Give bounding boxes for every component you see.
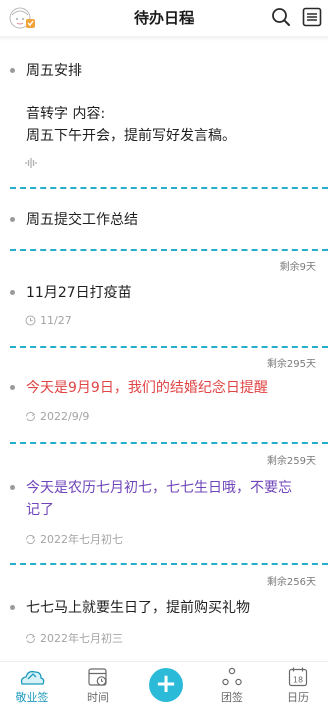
calendar-icon: 18 — [288, 667, 308, 687]
tab-calendar[interactable]: 18 日历 — [270, 666, 326, 705]
todo-meta: 2022年七月初三 — [25, 630, 123, 646]
todo-title[interactable]: 11月27日打疫苗 — [26, 282, 132, 304]
clock-icon — [25, 315, 36, 326]
todo-date: 2022/9/9 — [40, 410, 90, 423]
todo-date: 2022年七月初七 — [40, 533, 123, 546]
bullet-dot — [10, 290, 15, 295]
bullet-dot — [10, 217, 15, 222]
cloud-note-icon — [20, 670, 45, 685]
bullet-dot — [10, 385, 15, 390]
todo-title[interactable]: 周五安排 — [26, 60, 82, 82]
remaining-days: 剩余9天 — [279, 262, 316, 273]
remaining-days: 剩余256天 — [266, 577, 316, 588]
add-button[interactable]: + — [149, 668, 183, 702]
menu-icon[interactable] — [301, 6, 323, 28]
todo-title[interactable]: 周五提交工作总结 — [26, 209, 138, 231]
tab-time[interactable]: 时间 — [70, 666, 126, 705]
dashed-separator — [10, 187, 328, 189]
header-divider — [0, 36, 328, 41]
tab-label: 日历 — [287, 691, 309, 704]
search-icon[interactable] — [270, 6, 292, 28]
todo-meta: 2022/9/9 — [25, 410, 89, 423]
bullet-dot — [10, 605, 15, 610]
voice-icon[interactable] — [25, 157, 37, 169]
todo-title[interactable]: 七七马上就要生日了，提前购买礼物 — [26, 597, 250, 619]
title-dropdown-caret-icon[interactable] — [190, 18, 194, 22]
todo-meta: 11/27 — [25, 314, 72, 327]
todo-meta: 2022年七月初七 — [25, 531, 123, 547]
dashed-separator — [10, 563, 328, 565]
todo-note-line[interactable]: 音转字 内容: — [26, 103, 105, 125]
todo-title-continuation[interactable]: 记了 — [26, 499, 54, 521]
tab-label: 敬业签 — [15, 691, 49, 704]
calendar-badge: 18 — [293, 676, 303, 685]
dashed-separator — [10, 442, 328, 444]
todo-date: 2022年七月初三 — [40, 632, 123, 645]
tab-team[interactable]: 团签 — [204, 666, 260, 705]
repeat-icon — [25, 633, 36, 643]
bullet-dot — [10, 485, 15, 490]
dashed-separator — [10, 346, 328, 348]
dashed-separator — [10, 249, 328, 251]
calendar-clock-icon — [88, 668, 107, 686]
tab-label: 团签 — [221, 691, 243, 704]
tab-jingyeqian[interactable]: 敬业签 — [4, 666, 60, 705]
repeat-icon — [25, 411, 36, 422]
repeat-icon — [25, 534, 36, 544]
todo-date: 11/27 — [40, 314, 72, 327]
bullet-dot — [10, 68, 15, 73]
todo-note-line[interactable]: 周五下午开会，提前写好发言稿。 — [26, 125, 236, 147]
todo-title[interactable]: 今天是9月9日，我们的结婚纪念日提醒 — [26, 377, 268, 399]
top-bar: 待办日程 — [0, 0, 328, 36]
remaining-days: 剩余259天 — [266, 456, 316, 467]
team-icon — [222, 667, 242, 686]
todo-title[interactable]: 今天是农历七月初七，七七生日哦，不要忘 — [26, 477, 292, 499]
tab-label: 时间 — [87, 691, 109, 704]
remaining-days: 剩余295天 — [266, 359, 316, 370]
